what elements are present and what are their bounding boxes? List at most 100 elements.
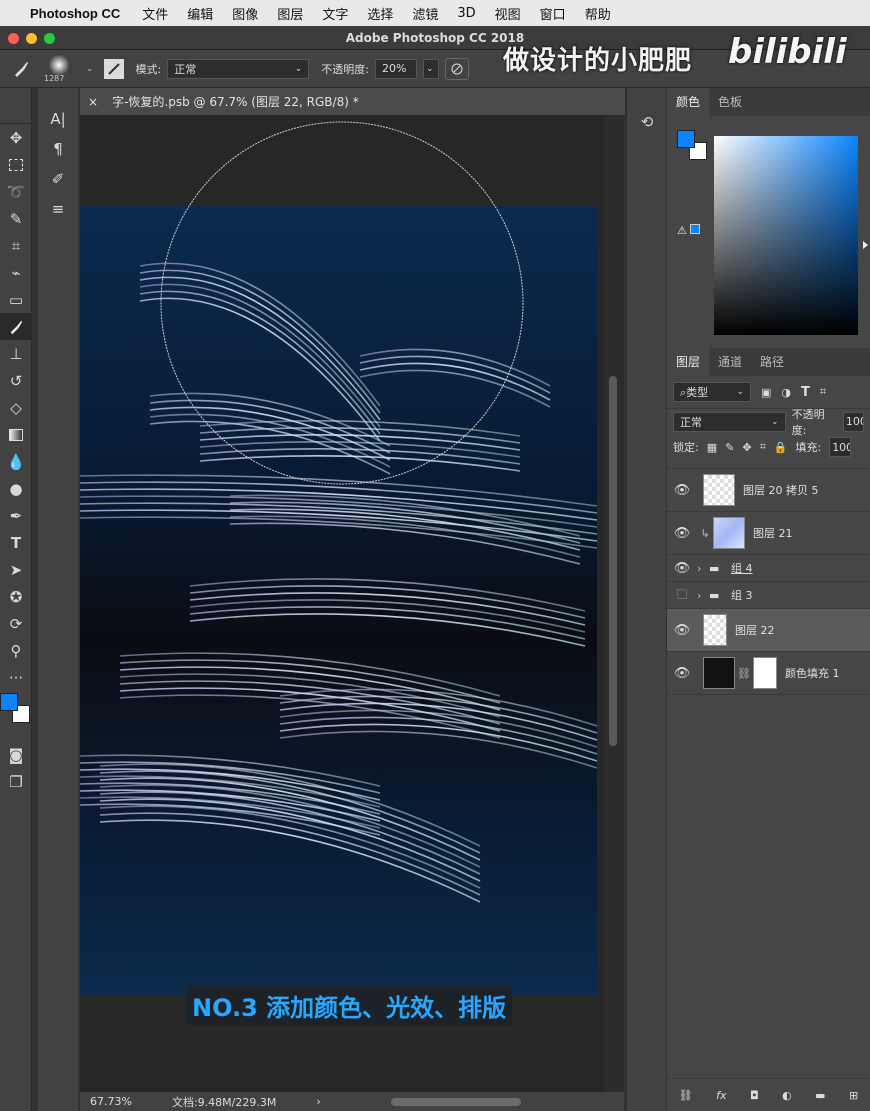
blend-mode-select[interactable]: 正常 ⌄ [673, 411, 786, 432]
eye-icon[interactable]: 👁 [667, 561, 697, 576]
lock-all-icon[interactable]: 🔒 [774, 441, 788, 454]
tab-channels[interactable]: 通道 [709, 348, 751, 376]
visibility-empty-box[interactable]: ☐ [667, 588, 697, 603]
character-panel-icon[interactable]: A| [38, 104, 78, 134]
menu-item-file[interactable]: 文件 [142, 4, 168, 23]
quick-selection-tool-icon[interactable]: ✎ [0, 205, 32, 232]
history-panel-icon[interactable]: ⟲ [627, 104, 667, 140]
eye-icon[interactable]: 👁 [667, 666, 697, 681]
chevron-right-icon[interactable]: › [697, 589, 709, 602]
pressure-opacity-icon[interactable] [444, 57, 469, 80]
type-tool-icon[interactable]: T [0, 529, 32, 556]
menu-item-layer[interactable]: 图层 [277, 4, 303, 23]
lock-artboard-icon[interactable]: ⌗ [760, 440, 766, 454]
shape-filter-icon[interactable]: ⌗ [820, 385, 826, 399]
zoom-tool-icon[interactable]: ⚲ [0, 637, 32, 664]
layer-opacity-input[interactable]: 100 [842, 411, 864, 432]
rotate-view-tool-icon[interactable]: ⟳ [0, 610, 32, 637]
menu-item-3d[interactable]: 3D [457, 6, 475, 21]
clone-stamp-tool-icon[interactable]: ⊥ [0, 340, 32, 367]
gradient-tool-icon[interactable] [0, 421, 32, 448]
new-layer-icon[interactable]: ⊞ [849, 1089, 858, 1102]
zoom-level[interactable]: 67.73% [90, 1095, 132, 1108]
scrollbar-thumb[interactable] [609, 376, 617, 746]
vertical-scrollbar[interactable] [604, 116, 624, 1092]
healing-brush-tool-icon[interactable]: ▭ [0, 286, 32, 313]
menu-item-window[interactable]: 窗口 [540, 4, 566, 23]
layer-row[interactable]: 👁 图层 20 拷贝 5 [667, 469, 870, 512]
layer-group-row[interactable]: ☐ › ▬ 组 3 [667, 582, 870, 609]
tab-paths[interactable]: 路径 [751, 348, 793, 376]
color-panel-fg-swatch[interactable] [677, 130, 695, 148]
add-mask-icon[interactable]: ◘ [750, 1089, 759, 1102]
gamut-warning-icon[interactable]: ⚠ [677, 224, 700, 237]
image-filter-icon[interactable]: ▣ [761, 386, 771, 399]
brush-preset-picker[interactable]: 1287 [40, 51, 80, 87]
chevron-right-icon[interactable]: › [697, 562, 709, 575]
tab-swatches[interactable]: 色板 [709, 88, 751, 116]
tab-layers[interactable]: 图层 [667, 348, 710, 376]
mode-select[interactable]: 正常 ⌄ [167, 58, 310, 79]
new-group-icon[interactable]: ▬ [815, 1089, 825, 1102]
eye-icon[interactable]: 👁 [667, 526, 697, 541]
lock-position-icon[interactable]: ✥ [742, 441, 751, 454]
close-tab-icon[interactable]: × [88, 95, 98, 109]
menu-item-help[interactable]: 帮助 [585, 4, 611, 23]
fill-input[interactable]: 100 [829, 437, 852, 457]
color-swatches[interactable] [0, 691, 31, 741]
menu-item-view[interactable]: 视图 [495, 4, 521, 23]
layer-group-row[interactable]: 👁 › ▬ 组 4 [667, 555, 870, 582]
opacity-dropdown[interactable]: ⌄ [422, 58, 439, 79]
document-canvas[interactable] [79, 116, 604, 1092]
move-tool-icon[interactable]: ✥ [0, 124, 32, 151]
layer-row[interactable]: 👁 ↳ 图层 21 [667, 512, 870, 555]
color-picker-field[interactable] [714, 136, 858, 335]
adjustment-layer-icon[interactable]: ◐ [782, 1089, 792, 1102]
dodge-tool-icon[interactable]: ● [0, 475, 32, 502]
link-layers-icon[interactable]: ⛓ [679, 1089, 693, 1102]
document-tab[interactable]: × 字-恢复的.psb @ 67.7% (图层 22, RGB/8) * [80, 88, 625, 116]
blur-tool-icon[interactable]: 💧 [0, 448, 32, 475]
more-tools-icon[interactable]: ··· [0, 664, 32, 691]
type-filter-icon[interactable]: T [801, 385, 810, 400]
eraser-tool-icon[interactable]: ◇ [0, 394, 32, 421]
brush-settings-panel-icon[interactable]: ✐ [38, 164, 78, 194]
layer-row[interactable]: 👁 ⛓ 颜色填充 1 [667, 652, 870, 695]
minimize-window-button[interactable] [26, 33, 37, 44]
close-window-button[interactable] [8, 33, 19, 44]
brush-settings-icon[interactable] [103, 58, 124, 79]
history-brush-tool-icon[interactable]: ↺ [0, 367, 32, 394]
quick-mask-icon[interactable]: ◙ [0, 741, 32, 768]
crop-tool-icon[interactable]: ⌗ [0, 232, 32, 259]
menu-item-select[interactable]: 选择 [367, 4, 393, 23]
eye-icon[interactable]: 👁 [667, 483, 697, 498]
layer-filter-select[interactable]: ⌕类型 ⌄ [673, 382, 751, 402]
status-menu-arrow[interactable]: › [316, 1095, 320, 1108]
fx-icon[interactable]: fx [716, 1089, 726, 1102]
adjustment-filter-icon[interactable]: ◑ [781, 386, 791, 399]
lock-transparency-icon[interactable]: ▦ [707, 441, 717, 454]
path-selection-tool-icon[interactable]: ➤ [0, 556, 32, 583]
zoom-window-button[interactable] [44, 33, 55, 44]
menu-item-edit[interactable]: 编辑 [187, 4, 213, 23]
eye-icon[interactable]: 👁 [667, 623, 697, 638]
brush-tool-icon[interactable] [8, 57, 34, 81]
opacity-input[interactable]: 20% [374, 58, 417, 79]
pen-tool-icon[interactable]: ✒ [0, 502, 32, 529]
lasso-tool-icon[interactable]: ➰ [0, 178, 32, 205]
canvas-area[interactable] [79, 116, 604, 1092]
menu-app-name[interactable]: Photoshop CC [30, 6, 120, 21]
screen-mode-icon[interactable]: ❐ [0, 768, 32, 795]
brushes-panel-icon[interactable]: ≡ [38, 194, 78, 224]
brush-tool-icon[interactable] [0, 313, 32, 340]
paragraph-panel-icon[interactable]: ¶ [38, 134, 78, 164]
menu-item-type[interactable]: 文字 [322, 4, 348, 23]
chevron-down-icon[interactable]: ⌄ [86, 64, 94, 74]
layer-row-selected[interactable]: 👁 图层 22 [667, 609, 870, 652]
marquee-tool-icon[interactable] [0, 151, 32, 178]
tab-color[interactable]: 颜色 [667, 88, 710, 116]
foreground-color-swatch[interactable] [0, 693, 18, 711]
menu-item-image[interactable]: 图像 [232, 4, 258, 23]
hue-slider-marker[interactable] [863, 241, 868, 249]
lock-pixels-icon[interactable]: ✎ [725, 441, 734, 454]
